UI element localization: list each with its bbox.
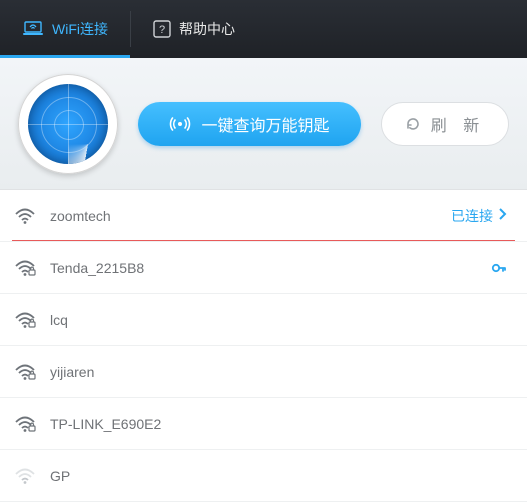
query-keys-label: 一键查询万能钥匙 — [201, 112, 329, 136]
tab-wifi[interactable]: WiFi连接 — [0, 0, 130, 58]
wifi-signal-locked-icon — [14, 363, 36, 381]
connected-status: 已连接 — [451, 206, 507, 226]
chevron-right-icon — [497, 207, 507, 224]
tab-wifi-label: WiFi连接 — [52, 19, 108, 39]
help-icon: ? — [153, 20, 171, 38]
tab-bar: WiFi连接 ? 帮助中心 — [0, 0, 527, 58]
wifi-ssid: TP-LINK_E690E2 — [50, 416, 507, 432]
wifi-row[interactable]: zoomtech 已连接 — [0, 190, 527, 242]
wifi-row[interactable]: GP — [0, 450, 527, 502]
wifi-ssid: zoomtech — [50, 208, 437, 224]
wifi-list: zoomtech 已连接 Tenda_2215B8 lcq yijiaren — [0, 190, 527, 502]
wifi-laptop-icon — [22, 20, 44, 38]
refresh-icon — [405, 116, 421, 132]
wifi-signal-locked-icon — [14, 415, 36, 433]
tab-help-label: 帮助中心 — [179, 19, 235, 39]
key-icon — [491, 260, 507, 276]
connected-status-label: 已连接 — [451, 206, 493, 226]
svg-text:?: ? — [159, 24, 165, 36]
wifi-row[interactable]: Tenda_2215B8 — [0, 242, 527, 294]
refresh-label: 刷 新 — [431, 112, 485, 136]
broadcast-icon — [169, 113, 191, 135]
wifi-ssid: lcq — [50, 312, 507, 328]
query-keys-button[interactable]: 一键查询万能钥匙 — [138, 102, 361, 146]
header-area: 一键查询万能钥匙 刷 新 — [0, 58, 527, 190]
wifi-row[interactable]: TP-LINK_E690E2 — [0, 398, 527, 450]
tab-help[interactable]: ? 帮助中心 — [131, 0, 257, 58]
radar-scanner — [18, 74, 118, 174]
wifi-ssid: GP — [50, 468, 507, 484]
wifi-signal-locked-icon — [14, 259, 36, 277]
refresh-button[interactable]: 刷 新 — [381, 102, 509, 146]
wifi-signal-locked-icon — [14, 311, 36, 329]
wifi-row[interactable]: lcq — [0, 294, 527, 346]
wifi-ssid: yijiaren — [50, 364, 507, 380]
wifi-row[interactable]: yijiaren — [0, 346, 527, 398]
wifi-signal-icon — [14, 207, 36, 225]
wifi-ssid: Tenda_2215B8 — [50, 260, 477, 276]
wifi-signal-weak-icon — [14, 467, 36, 485]
